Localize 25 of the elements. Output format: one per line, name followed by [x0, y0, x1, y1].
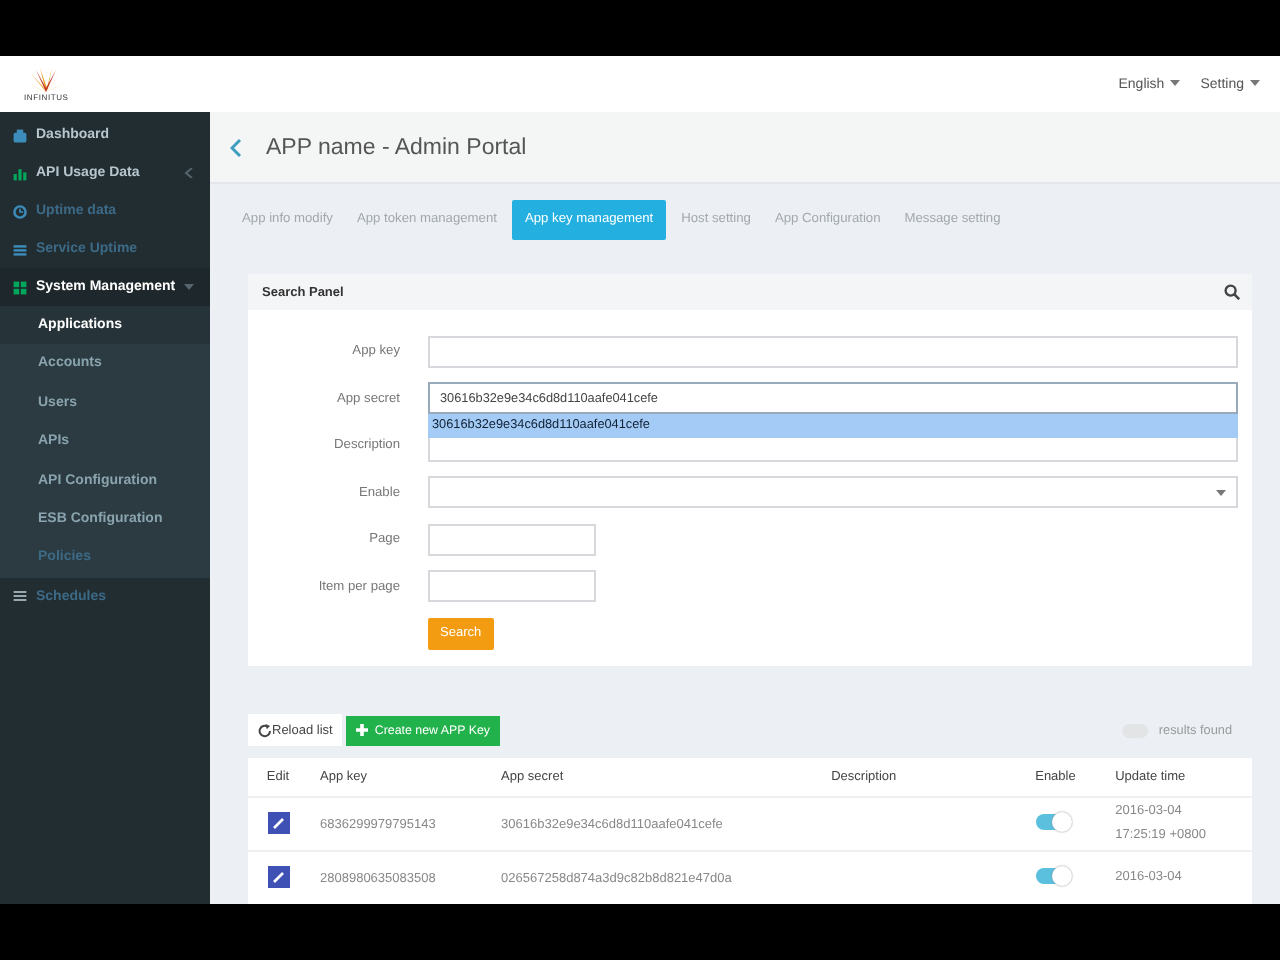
chevron-left-icon	[230, 137, 242, 158]
input-field[interactable]	[428, 570, 596, 603]
plus-icon	[356, 724, 369, 736]
caret-icon	[1250, 80, 1260, 87]
search-icon	[1224, 284, 1240, 301]
pencil-icon	[267, 865, 289, 887]
caret-icon	[1216, 490, 1226, 497]
list-icon	[12, 241, 28, 257]
bar-chart-icon	[12, 165, 28, 181]
input-field[interactable]	[428, 335, 1238, 368]
menu-icon	[12, 588, 28, 605]
caret-icon	[184, 282, 194, 292]
caret-icon	[184, 168, 194, 178]
input-field[interactable]	[428, 523, 596, 556]
pencil-icon	[267, 811, 289, 833]
toggle-switch[interactable]	[1035, 868, 1068, 884]
caret-icon	[1170, 80, 1181, 87]
page-title: APP name - Admin Portal	[266, 135, 527, 160]
select-field[interactable]	[428, 476, 1238, 509]
grid-icon	[12, 279, 28, 295]
clock-icon	[12, 203, 28, 219]
toggle-switch[interactable]	[1035, 814, 1068, 830]
refresh-icon	[258, 723, 272, 737]
back-button[interactable]	[230, 137, 242, 158]
briefcase-icon	[12, 127, 28, 143]
